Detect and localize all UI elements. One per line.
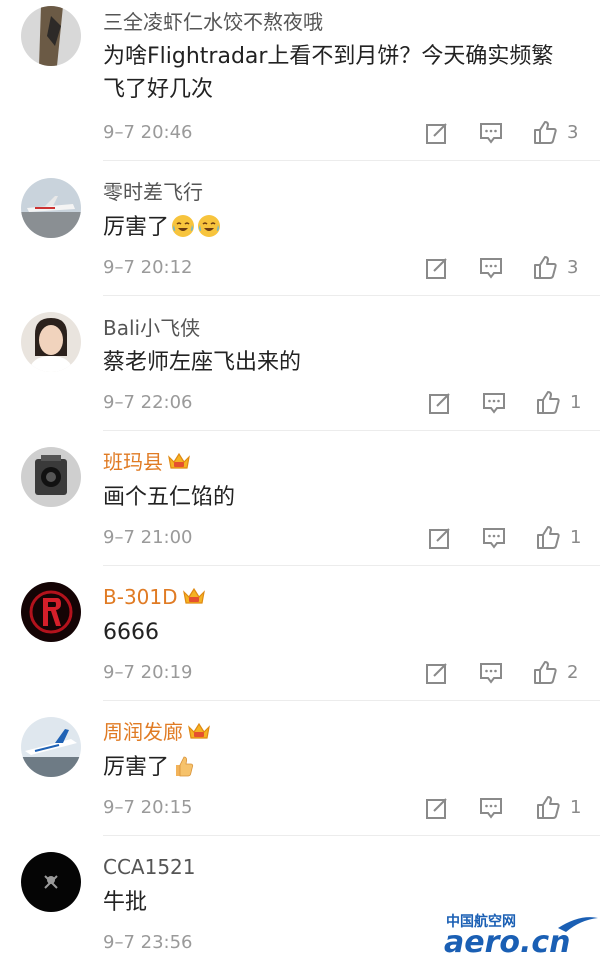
comment-text: 厉害了 — [103, 751, 573, 784]
divider — [103, 295, 600, 296]
edit-icon[interactable] — [424, 255, 450, 281]
divider — [103, 160, 600, 161]
username[interactable]: Bali小飞侠 — [103, 316, 200, 340]
username[interactable]: 班玛县 — [103, 450, 191, 474]
like-count: 3 — [567, 122, 579, 143]
divider — [103, 565, 600, 566]
watermark-en: aero.cn — [444, 925, 571, 960]
username[interactable]: 三全凌虾仁水饺不熬夜哦 — [103, 10, 323, 34]
timestamp: 9–7 20:19 — [103, 662, 193, 683]
edit-icon[interactable] — [427, 525, 453, 551]
timestamp: 9–7 20:46 — [103, 122, 193, 143]
like-icon[interactable] — [532, 254, 558, 280]
thumbs-up-emoji — [176, 756, 194, 777]
divider — [103, 835, 600, 836]
timestamp: 9–7 21:00 — [103, 527, 193, 548]
comment-icon[interactable] — [481, 525, 507, 551]
avatar[interactable] — [21, 582, 81, 642]
divider — [103, 430, 600, 431]
avatar[interactable] — [21, 6, 81, 66]
comment-text: 6666 — [103, 620, 159, 645]
username[interactable]: B-301D — [103, 585, 206, 609]
username[interactable]: CCA1521 — [103, 855, 196, 879]
comment-text: 蔡老师左座飞出来的 — [103, 350, 302, 375]
timestamp: 9–7 20:15 — [103, 797, 193, 818]
like-icon[interactable] — [532, 659, 558, 685]
like-icon[interactable] — [535, 524, 561, 550]
vip-crown-icon — [168, 452, 190, 469]
comment-icon[interactable] — [478, 120, 504, 146]
comment-text: 厉害了 — [103, 211, 573, 244]
like-count: 2 — [567, 662, 579, 683]
edit-icon[interactable] — [424, 120, 450, 146]
timestamp: 9–7 23:56 — [103, 932, 193, 953]
timestamp: 9–7 22:06 — [103, 392, 193, 413]
crying-laughing-emoji — [172, 215, 195, 237]
edit-icon[interactable] — [427, 390, 453, 416]
avatar[interactable] — [21, 717, 81, 777]
edit-icon[interactable] — [424, 660, 450, 686]
comment-icon[interactable] — [478, 255, 504, 281]
divider — [103, 700, 600, 701]
edit-icon[interactable] — [424, 795, 450, 821]
comment-text: 为啥Flightradar上看不到月饼？今天确实频繁飞了好几次 — [103, 44, 554, 102]
comment-icon[interactable] — [478, 660, 504, 686]
comment-text: 画个五仁馅的 — [103, 485, 236, 510]
like-icon[interactable] — [535, 389, 561, 415]
avatar[interactable] — [21, 178, 81, 238]
like-count: 1 — [570, 797, 582, 818]
crying-laughing-emoji — [198, 215, 221, 237]
like-icon[interactable] — [535, 794, 561, 820]
avatar[interactable] — [21, 312, 81, 372]
comment-icon[interactable] — [481, 390, 507, 416]
avatar[interactable] — [21, 447, 81, 507]
avatar[interactable] — [21, 852, 81, 912]
like-count: 3 — [567, 257, 579, 278]
username[interactable]: 周润发廊 — [103, 720, 211, 744]
username[interactable]: 零时差飞行 — [103, 180, 203, 204]
vip-crown-icon — [188, 722, 210, 739]
comment-icon[interactable] — [478, 795, 504, 821]
like-icon[interactable] — [532, 119, 558, 145]
like-count: 1 — [570, 392, 582, 413]
aero-cn-watermark-logo: 中国航空网 aero.cn — [444, 913, 598, 960]
vip-crown-icon — [182, 587, 205, 604]
timestamp: 9–7 20:12 — [103, 257, 193, 278]
like-count: 1 — [570, 527, 582, 548]
